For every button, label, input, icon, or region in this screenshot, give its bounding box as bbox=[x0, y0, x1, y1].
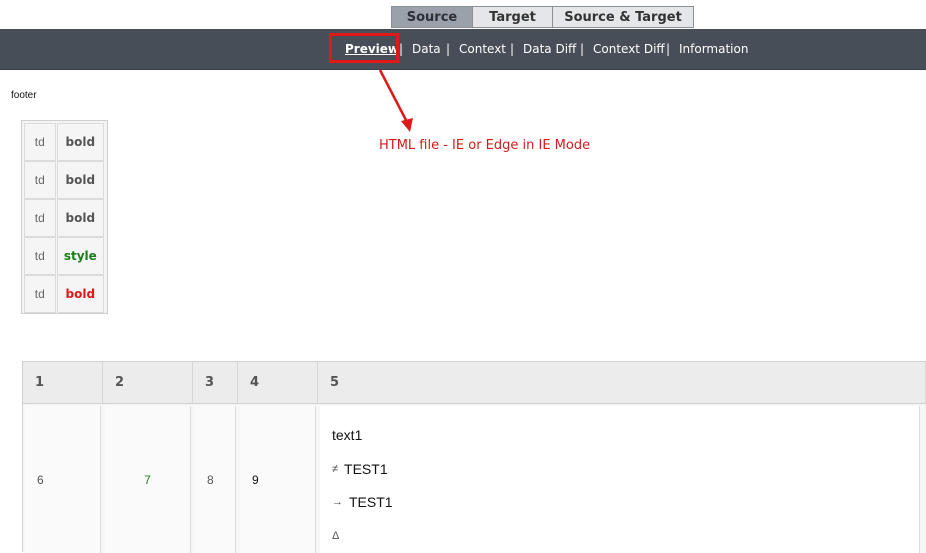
arrow-right-icon: → bbox=[332, 496, 343, 509]
annotation-arrow-icon bbox=[378, 69, 413, 132]
table-cell: 7 bbox=[105, 406, 191, 553]
tab-source[interactable]: Source bbox=[391, 6, 473, 28]
table-header-cell: 3 bbox=[193, 362, 238, 403]
table-header-cell: 4 bbox=[238, 362, 318, 403]
table-row: td bold bbox=[24, 199, 105, 237]
table-row: td style bbox=[24, 237, 105, 275]
table-header-cell: 1 bbox=[23, 362, 103, 403]
not-equal-icon: ≠ bbox=[332, 462, 339, 475]
nav-bar: Preview | Data | Context | Data Diff | C… bbox=[0, 29, 926, 70]
table-cell: 9 bbox=[240, 406, 316, 553]
delta-line: Δ bbox=[332, 519, 339, 553]
table-cell-value: style bbox=[56, 237, 104, 275]
nav-data-diff[interactable]: Data Diff bbox=[523, 42, 576, 56]
nav-separator: | bbox=[666, 42, 671, 56]
table-cell-value: bold bbox=[56, 199, 104, 237]
nav-separator: | bbox=[446, 42, 451, 56]
arrow-text: TEST1 bbox=[349, 494, 393, 511]
table-header-row: 1 2 3 4 5 bbox=[23, 362, 926, 404]
table-cell: 6 bbox=[25, 406, 101, 553]
preview-highlight-box bbox=[329, 33, 399, 63]
delta-icon: Δ bbox=[332, 530, 340, 543]
table-cell-value: bold bbox=[56, 161, 104, 199]
tab-source-and-target[interactable]: Source & Target bbox=[552, 6, 694, 28]
preview-small-table: td bold td bold td bold td style td bold bbox=[21, 120, 108, 314]
arrow-line: → TEST1 bbox=[332, 486, 393, 520]
table-header-cell: 2 bbox=[103, 362, 193, 403]
nav-data[interactable]: Data bbox=[412, 42, 441, 56]
nav-separator: | bbox=[399, 42, 404, 56]
nav-context[interactable]: Context bbox=[459, 42, 506, 56]
table-cell-td: td bbox=[24, 161, 56, 199]
cell-text: text1 bbox=[332, 426, 363, 443]
nav-separator: | bbox=[580, 42, 585, 56]
tab-target[interactable]: Target bbox=[472, 6, 553, 28]
table-row: td bold bbox=[24, 123, 105, 161]
annotation-text: HTML file - IE or Edge in IE Mode bbox=[379, 138, 591, 153]
view-tabs: Source Target Source & Target bbox=[391, 6, 694, 29]
table-cell-value: bold bbox=[56, 275, 104, 313]
footer-label: footer bbox=[11, 90, 37, 101]
table-cell-td: td bbox=[24, 237, 56, 275]
table-cell-td: td bbox=[24, 275, 56, 313]
table-row: td bold bbox=[24, 161, 105, 199]
table-cell: 8 bbox=[195, 406, 236, 553]
table-cell-diff: text1 ≠ TEST1 → TEST1 Δ bbox=[320, 406, 920, 553]
table-row: td bold bbox=[24, 275, 105, 313]
nav-context-diff[interactable]: Context Diff bbox=[593, 42, 665, 56]
table-cell-value: bold bbox=[56, 123, 104, 161]
diff-text: TEST1 bbox=[344, 460, 388, 477]
nav-separator: | bbox=[510, 42, 515, 56]
table-cell-td: td bbox=[24, 199, 56, 237]
table-header-cell: 5 bbox=[318, 362, 926, 403]
nav-information[interactable]: Information bbox=[679, 42, 748, 56]
table-row: 6 7 8 9 text1 ≠ TEST1 → TEST1 Δ bbox=[23, 404, 926, 553]
preview-large-table: 1 2 3 4 5 6 7 8 9 text1 ≠ TEST1 → TEST1 … bbox=[22, 361, 926, 553]
diff-line: ≠ TEST1 bbox=[332, 452, 388, 486]
table-cell-td: td bbox=[24, 123, 56, 161]
